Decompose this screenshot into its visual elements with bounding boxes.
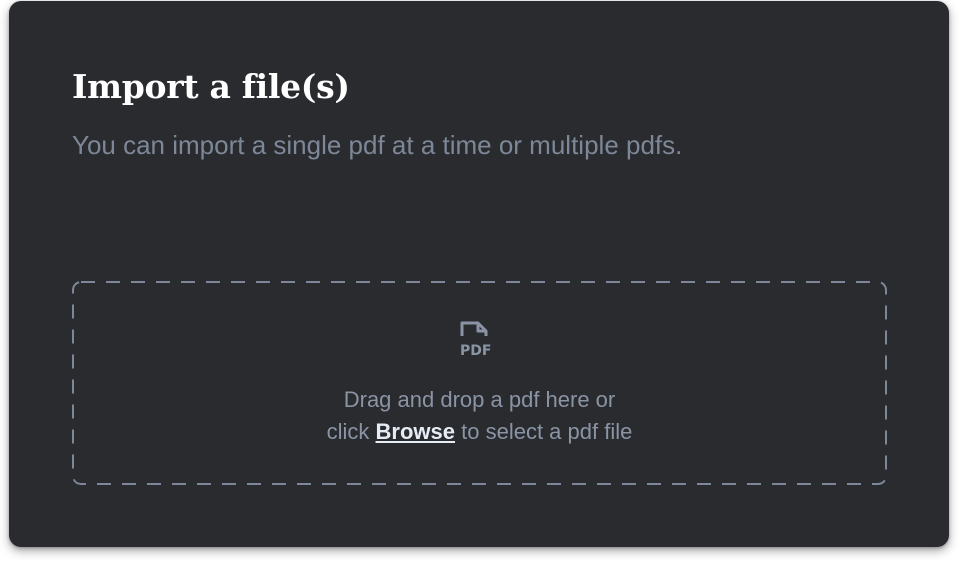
import-dialog: Import a file(s) You can import a single… — [9, 1, 949, 547]
dialog-description: You can import a single pdf at a time or… — [72, 130, 683, 160]
dialog-title: Import a file(s) — [72, 67, 350, 106]
file-dropzone[interactable]: PDF Drag and drop a pdf here or click Br… — [72, 281, 887, 485]
dropzone-dashed-border — [72, 281, 887, 485]
dropzone-line-1: Drag and drop a pdf here or — [343, 387, 616, 412]
browse-link[interactable]: Browse — [376, 419, 455, 444]
pdf-file-icon: PDF — [460, 321, 491, 359]
dropzone-line-2-prefix: click — [326, 419, 376, 444]
pdf-icon-label: PDF — [460, 343, 491, 359]
dropzone-line-2: click Browse to select a pdf file — [72, 416, 887, 448]
dropzone-instructions: Drag and drop a pdf here or click Browse… — [72, 384, 887, 448]
dropzone-line-2-suffix: to select a pdf file — [455, 419, 633, 444]
